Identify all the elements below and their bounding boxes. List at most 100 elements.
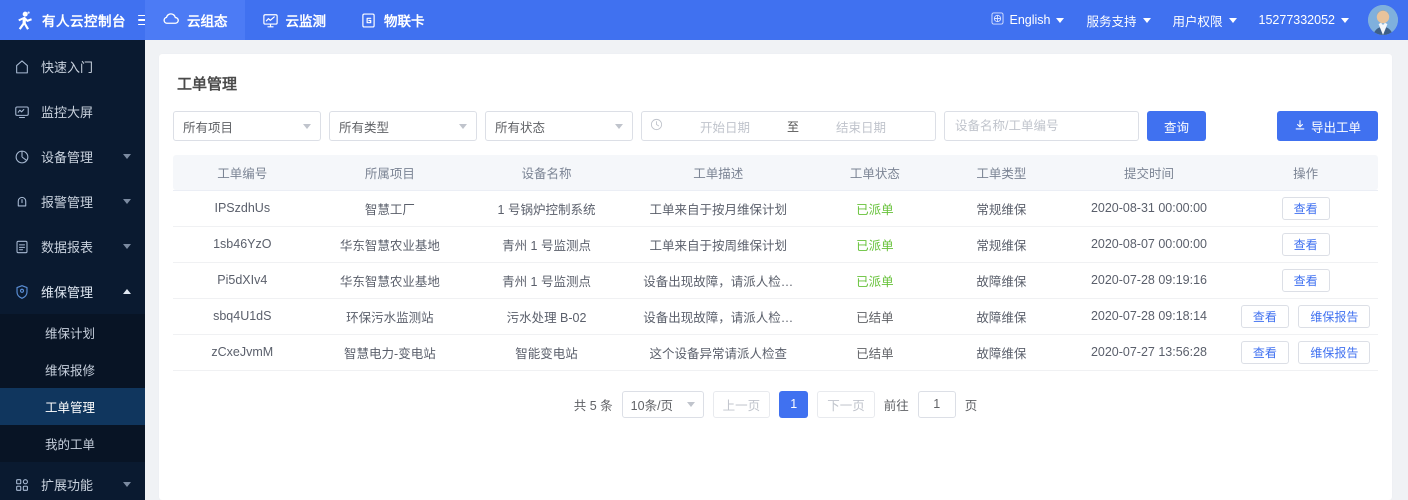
cell-type: 故障维保 xyxy=(938,334,1065,371)
cell-description: 设备出现故障，请派人检… xyxy=(624,298,812,335)
status-badge: 已派单 xyxy=(811,190,939,227)
chevron-down-icon xyxy=(123,199,131,204)
main-content: 工单管理 所有项目 所有类型 所有状态 开始日期 至 结束日期 设备名称/工单编… xyxy=(145,40,1408,500)
top-nav-item-cloud-monitor[interactable]: 云监测 xyxy=(245,0,344,40)
cell-submit-time: 2020-08-07 00:00:00 xyxy=(1064,226,1234,263)
sidebar-subitem-maintenance-repair[interactable]: 维保报修 xyxy=(0,351,145,388)
type-select[interactable]: 所有类型 xyxy=(329,111,477,141)
top-nav-label: 云组态 xyxy=(187,14,228,29)
col-status: 工单状态 xyxy=(811,155,939,191)
sidebar-subitem-maintenance-plan[interactable]: 维保计划 xyxy=(0,314,145,351)
work-order-table: 工单编号 所属项目 设备名称 工单描述 工单状态 工单类型 提交时间 操作 IP… xyxy=(173,155,1378,371)
maintenance-report-button[interactable]: 维保报告 xyxy=(1298,304,1371,328)
sidebar: 快速入门 监控大屏 设备管理 报警管理 数据报表 维保管理 维保计划 维保报修 … xyxy=(0,40,145,500)
download-icon xyxy=(1294,119,1306,134)
search-button-label: 查询 xyxy=(1164,120,1190,135)
sidebar-subitem-work-order-mgmt[interactable]: 工单管理 xyxy=(0,388,145,425)
sidebar-label: 扩展功能 xyxy=(41,478,94,493)
col-description: 工单描述 xyxy=(624,155,812,191)
chevron-down-icon xyxy=(459,123,467,129)
cell-actions: 查看 xyxy=(1233,226,1378,263)
type-select-value: 所有类型 xyxy=(339,120,390,135)
table-body: IPSzdhUs 智慧工厂 1 号锅炉控制系统 工单来自于按月维保计划 已派单 … xyxy=(173,190,1378,371)
cell-type: 故障维保 xyxy=(938,262,1065,299)
sidebar-item-data-report[interactable]: 数据报表 xyxy=(0,224,145,269)
cell-description: 工单来自于按周维保计划 xyxy=(624,226,812,263)
account-label: 15277332052 xyxy=(1258,13,1335,27)
cell-actions: 查看 xyxy=(1233,190,1378,227)
table-row: Pi5dXIv4 华东智慧农业基地 青州 1 号监测点 设备出现故障，请派人检…… xyxy=(173,262,1378,299)
keyword-search-box[interactable] xyxy=(944,111,1139,141)
top-nav-item-cloud-config[interactable]: 云组态 xyxy=(145,0,245,40)
sidebar-sublabel: 维保计划 xyxy=(45,327,96,341)
col-type: 工单类型 xyxy=(938,155,1065,191)
view-button[interactable]: 查看 xyxy=(1281,196,1330,220)
col-project: 所属项目 xyxy=(311,155,469,191)
avatar[interactable] xyxy=(1368,5,1398,35)
permissions-menu[interactable]: 用户权限 xyxy=(1162,11,1248,30)
clock-icon xyxy=(650,118,663,134)
chevron-down-icon xyxy=(1056,17,1065,23)
col-submit-time: 提交时间 xyxy=(1064,155,1234,191)
sidebar-item-device-mgmt[interactable]: 设备管理 xyxy=(0,134,145,179)
permissions-label: 用户权限 xyxy=(1172,14,1223,29)
export-button[interactable]: 导出工单 xyxy=(1276,111,1378,141)
chevron-up-icon xyxy=(123,289,131,294)
cell-description: 设备出现故障，请派人检… xyxy=(624,262,812,299)
cell-type: 常规维保 xyxy=(938,226,1065,263)
bell-icon xyxy=(14,194,30,210)
status-badge: 已派单 xyxy=(811,226,939,263)
cell-submit-time: 2020-07-27 13:56:28 xyxy=(1064,334,1234,371)
table-row: 1sb46YzO 华东智慧农业基地 青州 1 号监测点 工单来自于按周维保计划 … xyxy=(173,226,1378,263)
sidebar-label: 设备管理 xyxy=(41,150,94,165)
page-number-1[interactable]: 1 xyxy=(779,390,809,418)
prev-page-button[interactable]: 上一页 xyxy=(712,390,771,418)
col-device: 设备名称 xyxy=(468,155,625,191)
view-button[interactable]: 查看 xyxy=(1240,304,1289,328)
date-separator: 至 xyxy=(787,119,800,134)
view-button[interactable]: 查看 xyxy=(1240,340,1289,364)
cell-actions: 查看 xyxy=(1233,262,1378,299)
next-page-button[interactable]: 下一页 xyxy=(817,390,875,418)
project-select[interactable]: 所有项目 xyxy=(173,111,321,141)
table-row: sbq4U1dS 环保污水监测站 污水处理 B-02 设备出现故障，请派人检… … xyxy=(173,298,1378,335)
project-select-value: 所有项目 xyxy=(183,120,234,135)
maintenance-report-button[interactable]: 维保报告 xyxy=(1298,340,1371,364)
sidebar-subitem-my-work-orders[interactable]: 我的工单 xyxy=(0,425,145,462)
brand-title: 有人云控制台 xyxy=(42,14,126,29)
app-shell: 快速入门 监控大屏 设备管理 报警管理 数据报表 维保管理 维保计划 维保报修 … xyxy=(0,40,1408,500)
top-nav-item-iot-card[interactable]: 物联卡 xyxy=(343,0,442,40)
sidebar-item-maintenance-mgmt[interactable]: 维保管理 xyxy=(0,269,145,314)
sidebar-sublabel: 维保报修 xyxy=(45,364,96,378)
chevron-down-icon xyxy=(123,154,131,159)
start-date-placeholder: 开始日期 xyxy=(699,120,750,135)
date-range-picker[interactable]: 开始日期 至 结束日期 xyxy=(641,111,936,141)
sidebar-item-monitor-screen[interactable]: 监控大屏 xyxy=(0,89,145,134)
top-nav: 云组态 云监测 物联卡 xyxy=(145,0,442,40)
support-menu[interactable]: 服务支持 xyxy=(1075,11,1161,30)
sidebar-item-alarm-mgmt[interactable]: 报警管理 xyxy=(0,179,145,224)
goto-label: 前往 xyxy=(883,398,909,413)
cell-order-id: 1sb46YzO xyxy=(173,226,312,263)
sidebar-item-quick-start[interactable]: 快速入门 xyxy=(0,44,145,89)
cell-submit-time: 2020-07-28 09:19:16 xyxy=(1064,262,1234,299)
view-button[interactable]: 查看 xyxy=(1281,232,1330,256)
page-size-select[interactable]: 10条/页 xyxy=(621,390,704,418)
view-button[interactable]: 查看 xyxy=(1281,268,1330,292)
report-icon xyxy=(14,239,30,255)
chevron-down-icon xyxy=(303,123,311,129)
filter-toolbar: 所有项目 所有类型 所有状态 开始日期 至 结束日期 设备名称/工单编号 查询 … xyxy=(173,111,1378,155)
goto-page-input[interactable] xyxy=(917,390,956,418)
sidebar-item-extensions[interactable]: 扩展功能 xyxy=(0,462,145,500)
cell-actions: 查看 维保报告 xyxy=(1233,334,1378,371)
search-button[interactable]: 查询 xyxy=(1147,111,1207,141)
status-select[interactable]: 所有状态 xyxy=(485,111,633,141)
cell-project: 智慧电力-变电站 xyxy=(311,334,469,371)
cell-order-id: Pi5dXIv4 xyxy=(173,262,312,299)
monitor-icon xyxy=(262,12,279,29)
language-switcher[interactable]: English xyxy=(980,12,1075,28)
search-input[interactable] xyxy=(955,119,1128,133)
cell-device: 青州 1 号监测点 xyxy=(468,262,625,299)
cell-project: 华东智慧农业基地 xyxy=(311,262,469,299)
account-menu[interactable]: 15277332052 xyxy=(1248,13,1360,27)
